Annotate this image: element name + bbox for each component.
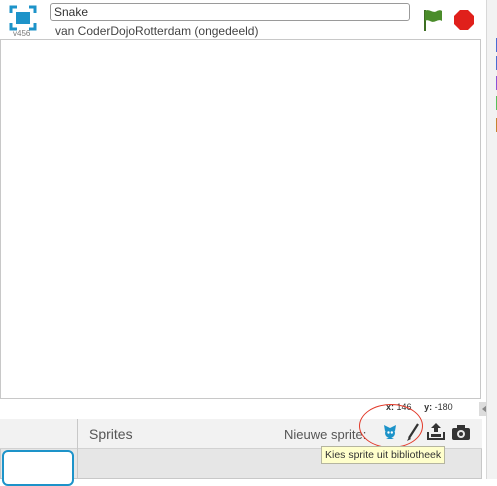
- highlight-annotation-circle: [359, 404, 423, 448]
- sprites-tab-label: Sprites: [89, 426, 133, 442]
- stage-canvas[interactable]: [0, 39, 481, 399]
- project-title-input[interactable]: Snake: [50, 3, 410, 21]
- green-flag-button[interactable]: [420, 8, 446, 32]
- upload-icon: [427, 423, 445, 440]
- stage-thumbnail[interactable]: [2, 450, 74, 486]
- camera-sprite-button[interactable]: [451, 422, 471, 442]
- upload-sprite-button[interactable]: [426, 422, 446, 442]
- green-flag-icon: [424, 10, 442, 31]
- fullscreen-icon: [9, 5, 37, 31]
- sprite-library-tooltip: Kies sprite uit bibliotheek: [321, 446, 446, 464]
- camera-icon: [452, 425, 470, 440]
- y-value: -180: [434, 402, 453, 412]
- version-label: v456: [13, 29, 31, 38]
- block-palette-edge: [486, 0, 497, 479]
- stop-icon: [454, 10, 474, 30]
- project-owner-label: van CoderDojoRotterdam (ongedeeld): [55, 24, 259, 38]
- stop-button[interactable]: [454, 10, 474, 30]
- y-label: y:: [424, 402, 433, 412]
- new-sprite-label: Nieuwe sprite:: [284, 427, 367, 442]
- fullscreen-button[interactable]: [9, 5, 37, 31]
